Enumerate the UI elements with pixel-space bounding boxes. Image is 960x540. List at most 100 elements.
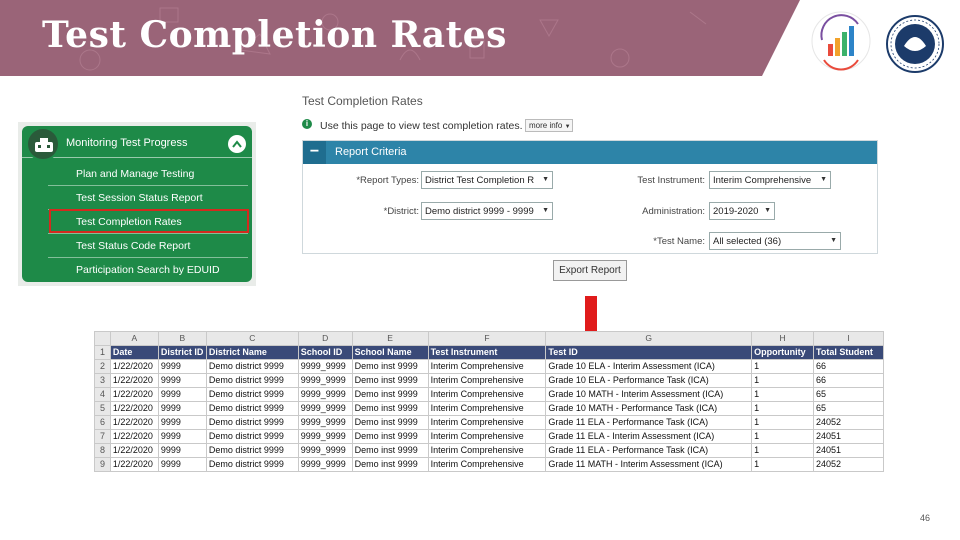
table-cell[interactable]: 9999 [157,373,207,388]
column-header[interactable]: District Name [205,345,299,360]
column-letter[interactable]: B [157,331,207,346]
table-cell[interactable]: 1 [751,359,815,374]
table-cell[interactable]: Demo inst 9999 [351,387,429,402]
test-name-select[interactable]: All selected (36) ▼ [709,232,841,250]
column-letter[interactable]: C [205,331,299,346]
row-number[interactable]: 6 [94,415,111,430]
menu-header[interactable]: Monitoring Test Progress [22,126,252,161]
table-cell[interactable]: 9999_9999 [297,359,353,374]
table-cell[interactable]: Grade 10 MATH - Interim Assessment (ICA) [545,387,753,402]
table-cell[interactable]: Demo district 9999 [205,457,299,472]
table-cell[interactable]: 1/22/2020 [109,387,159,402]
table-cell[interactable]: 9999_9999 [297,401,353,416]
column-header[interactable]: Opportunity [751,345,815,360]
district-select[interactable]: Demo district 9999 - 9999 ▼ [421,202,553,220]
column-letter[interactable]: I [813,331,884,346]
table-cell[interactable]: Grade 10 ELA - Performance Task (ICA) [545,373,753,388]
table-cell[interactable]: Demo inst 9999 [351,373,429,388]
table-cell[interactable]: Demo district 9999 [205,415,299,430]
table-cell[interactable]: 1 [751,429,815,444]
table-cell[interactable]: Grade 11 ELA - Performance Task (ICA) [545,443,753,458]
table-cell[interactable]: 1 [751,457,815,472]
menu-item-plan-and-manage-testing[interactable]: Plan and Manage Testing [48,162,248,186]
menu-item-participation-search[interactable]: Participation Search by EDUID [48,258,248,282]
row-number[interactable]: 1 [94,345,111,360]
table-cell[interactable]: Demo district 9999 [205,373,299,388]
table-cell[interactable]: Demo district 9999 [205,387,299,402]
row-number[interactable]: 4 [94,387,111,402]
table-cell[interactable]: 66 [813,373,884,388]
table-cell[interactable]: Interim Comprehensive [427,415,547,430]
row-number[interactable]: 9 [94,457,111,472]
export-report-button[interactable]: Export Report [553,260,627,281]
test-instrument-select[interactable]: Interim Comprehensive ▼ [709,171,831,189]
column-letter[interactable]: H [751,331,815,346]
select-all-corner[interactable] [94,331,111,346]
table-cell[interactable]: 1/22/2020 [109,415,159,430]
column-letter[interactable]: F [427,331,547,346]
table-cell[interactable]: 24051 [813,429,884,444]
row-number[interactable]: 2 [94,359,111,374]
table-cell[interactable]: 1/22/2020 [109,429,159,444]
table-cell[interactable]: Demo inst 9999 [351,443,429,458]
table-cell[interactable]: 1/22/2020 [109,401,159,416]
table-cell[interactable]: 9999 [157,401,207,416]
table-cell[interactable]: Interim Comprehensive [427,387,547,402]
table-cell[interactable]: 24052 [813,415,884,430]
table-cell[interactable]: 9999_9999 [297,387,353,402]
table-cell[interactable]: 9999 [157,443,207,458]
menu-item-test-status-code-report[interactable]: Test Status Code Report [48,234,248,258]
column-letter[interactable]: A [109,331,159,346]
table-cell[interactable]: 1/22/2020 [109,373,159,388]
table-cell[interactable]: Interim Comprehensive [427,373,547,388]
table-cell[interactable]: 9999 [157,387,207,402]
table-cell[interactable]: 1 [751,401,815,416]
column-letter[interactable]: E [351,331,429,346]
row-number[interactable]: 5 [94,401,111,416]
table-cell[interactable]: Demo inst 9999 [351,457,429,472]
table-cell[interactable]: 9999 [157,457,207,472]
report-criteria-bar[interactable]: − Report Criteria [303,141,877,164]
table-cell[interactable]: 1 [751,443,815,458]
table-cell[interactable]: 24051 [813,443,884,458]
column-letter[interactable]: D [297,331,353,346]
table-cell[interactable]: 66 [813,359,884,374]
table-cell[interactable]: Grade 10 ELA - Interim Assessment (ICA) [545,359,753,374]
administration-select[interactable]: 2019-2020 ▼ [709,202,775,220]
row-number[interactable]: 7 [94,429,111,444]
table-cell[interactable]: 1/22/2020 [109,443,159,458]
table-cell[interactable]: 1 [751,387,815,402]
collapse-minus-icon[interactable]: − [303,141,326,164]
table-cell[interactable]: Grade 11 MATH - Interim Assessment (ICA) [545,457,753,472]
column-header[interactable]: School ID [297,345,353,360]
table-cell[interactable]: Interim Comprehensive [427,359,547,374]
table-cell[interactable]: Demo inst 9999 [351,415,429,430]
table-cell[interactable]: 1/22/2020 [109,359,159,374]
column-header[interactable]: Date [109,345,159,360]
row-number[interactable]: 3 [94,373,111,388]
table-cell[interactable]: Demo district 9999 [205,429,299,444]
column-letter[interactable]: G [545,331,753,346]
table-cell[interactable]: Demo district 9999 [205,443,299,458]
chevron-up-icon[interactable] [228,135,246,153]
column-header[interactable]: District ID [157,345,207,360]
column-header[interactable]: Total Student [813,345,884,360]
table-cell[interactable]: Demo district 9999 [205,401,299,416]
menu-item-test-session-status-report[interactable]: Test Session Status Report [48,186,248,210]
table-cell[interactable]: 65 [813,401,884,416]
table-cell[interactable]: Grade 10 MATH - Performance Task (ICA) [545,401,753,416]
table-cell[interactable]: 65 [813,387,884,402]
table-cell[interactable]: 9999_9999 [297,457,353,472]
table-cell[interactable]: 1/22/2020 [109,457,159,472]
report-types-select[interactable]: District Test Completion R ▼ [421,171,553,189]
table-cell[interactable]: Interim Comprehensive [427,457,547,472]
table-cell[interactable]: Interim Comprehensive [427,429,547,444]
more-info-dropdown[interactable]: more info ▼ [525,119,573,132]
table-cell[interactable]: 9999 [157,359,207,374]
table-cell[interactable]: Demo inst 9999 [351,401,429,416]
table-cell[interactable]: 9999 [157,415,207,430]
table-cell[interactable]: 24052 [813,457,884,472]
row-number[interactable]: 8 [94,443,111,458]
column-header[interactable]: School Name [351,345,429,360]
table-cell[interactable]: Demo inst 9999 [351,429,429,444]
